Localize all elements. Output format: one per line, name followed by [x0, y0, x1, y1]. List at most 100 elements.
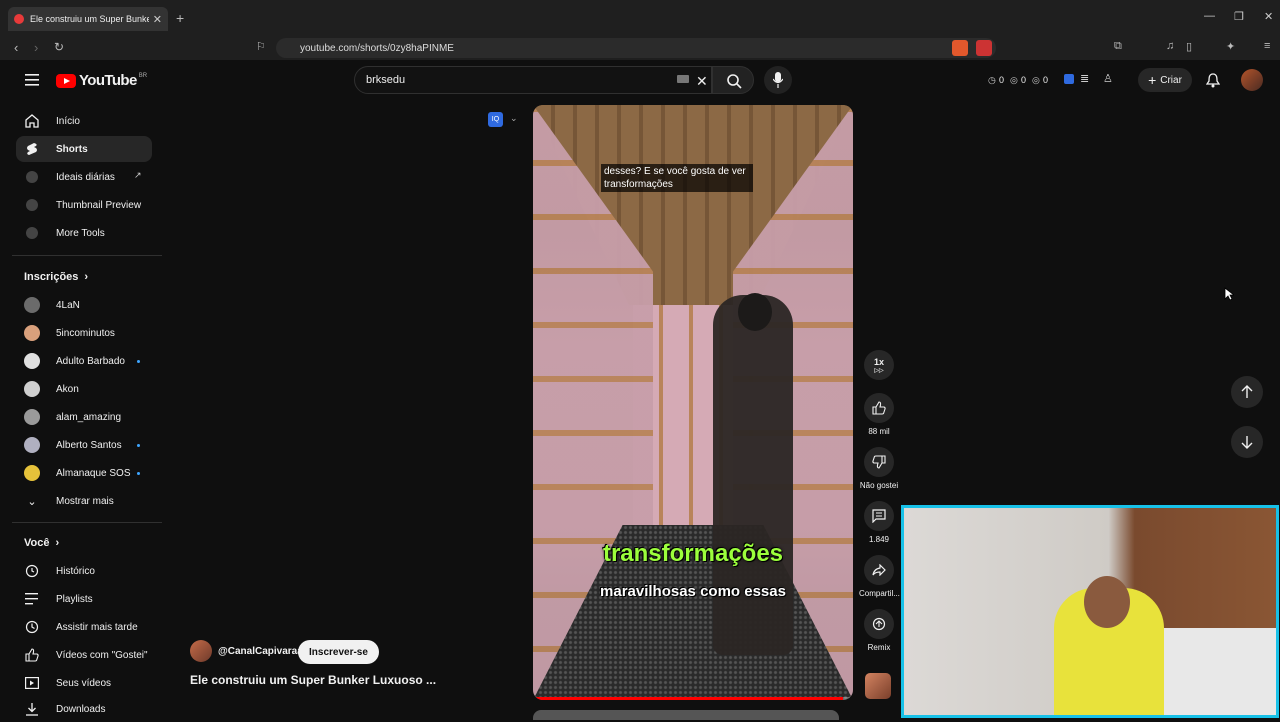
video-scene-person [713, 295, 793, 655]
webcam-desk [1154, 628, 1276, 715]
channel-name: Alberto Santos [56, 439, 122, 451]
video-caption-highlight: transformações [602, 540, 784, 567]
sidebar-item-more-tools[interactable]: More Tools [16, 220, 152, 246]
sidebar-item-history[interactable]: Histórico [16, 558, 152, 584]
external-link-icon: ↗ [134, 170, 142, 180]
address-bar-row: ‹ › ↻ ⚐ youtube.com/shorts/0zy8haPINME ⧉… [0, 36, 1280, 60]
clear-search-icon[interactable]: ✕ [696, 73, 708, 90]
sidebar-item-liked-videos[interactable]: Vídeos com "Gostei" [16, 642, 152, 668]
subscription-item[interactable]: Akon [16, 376, 152, 402]
hamburger-menu-icon[interactable] [25, 74, 39, 86]
notifications-bell-icon[interactable] [1206, 73, 1220, 88]
speed-value: 1x [873, 356, 884, 367]
sidebar-item-downloads[interactable]: Downloads [16, 696, 152, 722]
arrow-up-icon [1241, 385, 1253, 398]
search-input[interactable]: brksedu ✕ [354, 66, 712, 94]
previous-video-button[interactable] [1231, 376, 1263, 408]
subscription-item[interactable]: 4LaN [16, 292, 152, 318]
youtube-play-icon [56, 73, 76, 88]
video-progress-bar[interactable] [533, 697, 853, 700]
download-icon [24, 701, 40, 717]
account-avatar[interactable] [1241, 69, 1263, 91]
sidebar: Início Shorts Ideais diárias ↗ Thumbnail… [0, 102, 162, 720]
close-tab-icon[interactable]: ✕ [153, 13, 162, 26]
browser-tab[interactable]: Ele construiu um Super Bunker L ✕ [8, 7, 168, 31]
url-text: youtube.com/shorts/0zy8haPINME [300, 42, 454, 54]
new-content-dot [137, 444, 140, 447]
video-title[interactable]: Ele construiu um Super Bunker Luxuoso ..… [190, 673, 436, 687]
chevron-down-icon[interactable]: ⌄ [510, 113, 518, 124]
youtube-logo[interactable]: YouTube BR [56, 72, 147, 89]
thumbs-up-icon [864, 393, 894, 423]
next-video-button[interactable] [1231, 426, 1263, 458]
sidebar-item-home[interactable]: Início [16, 108, 152, 134]
sidebar-item-watch-later[interactable]: Assistir mais tarde [16, 614, 152, 640]
channel-avatar [24, 437, 40, 453]
comments-button[interactable]: 1.849 [859, 501, 899, 544]
subscription-item[interactable]: Almanaque SOS [16, 460, 152, 486]
sidebar-item-your-videos[interactable]: Seus vídeos [16, 670, 152, 696]
new-tab-icon[interactable]: + [176, 10, 184, 26]
leo-icon[interactable]: ✦ [1226, 40, 1235, 53]
home-icon [24, 113, 40, 129]
subscriptions-heading[interactable]: Inscrições › [24, 271, 88, 283]
subscription-item[interactable]: 5incominutos [16, 320, 152, 346]
tool-icon[interactable] [1064, 74, 1074, 84]
sidebar-toggle-icon[interactable]: ▯ [1186, 40, 1192, 53]
search-value: brksedu [366, 74, 406, 86]
search-button[interactable] [712, 66, 754, 94]
playback-speed-button[interactable]: 1x ▷▷ [859, 350, 899, 384]
sidebar-item-playlists[interactable]: Playlists [16, 586, 152, 612]
channel-avatar [24, 381, 40, 397]
channel-avatar[interactable] [190, 640, 212, 662]
counter-value: 0 [999, 75, 1005, 85]
channel-name: Akon [56, 383, 79, 395]
you-heading[interactable]: Você › [24, 537, 59, 549]
close-window-icon[interactable]: ✕ [1264, 10, 1273, 23]
sidebar-divider [12, 522, 162, 523]
voice-search-button[interactable] [764, 66, 792, 94]
sidebar-item-thumbnail-preview[interactable]: Thumbnail Preview [16, 192, 152, 218]
next-video-preview[interactable] [533, 710, 839, 720]
like-button[interactable]: 88 mil [859, 393, 899, 436]
badge-icon[interactable]: ♙ [1103, 72, 1113, 85]
bookmark-icon[interactable]: ⚐ [256, 40, 266, 53]
minimize-icon[interactable]: — [1204, 10, 1215, 22]
create-button[interactable]: + Criar [1138, 68, 1192, 92]
subscribe-button[interactable]: Inscrever-se [298, 640, 379, 664]
forward-icon[interactable]: › [34, 40, 38, 55]
list-icon[interactable]: ≣ [1080, 72, 1089, 85]
sidebar-item-ideais-diarias[interactable]: Ideais diárias ↗ [16, 164, 152, 190]
maximize-icon[interactable]: ❐ [1234, 10, 1244, 23]
brave-shield-icon[interactable] [952, 40, 968, 56]
video-caption-subtitle: maravilhosas como essas [600, 583, 786, 600]
show-more-button[interactable]: ⌄ Mostrar mais [16, 488, 152, 514]
menu-icon[interactable]: ≡ [1264, 40, 1270, 52]
channel-name[interactable]: @CanalCapivaraa [218, 646, 303, 657]
media-icon[interactable]: ♫ [1166, 40, 1174, 52]
url-field[interactable]: youtube.com/shorts/0zy8haPINME [276, 38, 996, 58]
subscriptions-heading-text: Inscrições [24, 271, 79, 283]
sidebar-item-shorts[interactable]: Shorts [16, 136, 152, 162]
shorts-video-player[interactable]: desses? E se você gosta de ver transform… [533, 105, 853, 700]
arrow-down-icon [1241, 436, 1253, 449]
channel-avatar [24, 409, 40, 425]
mouse-cursor-icon [1224, 287, 1234, 301]
subscribe-label: Inscrever-se [309, 646, 368, 658]
subscription-item[interactable]: alam_amazing [16, 404, 152, 430]
share-button[interactable]: Compartil... [859, 555, 900, 598]
extensions-icon[interactable]: ⧉ [1114, 40, 1122, 53]
iq-extension-icon[interactable]: IQ [488, 112, 503, 127]
reload-icon[interactable]: ↻ [54, 40, 64, 54]
search-icon [727, 74, 742, 89]
subscription-item[interactable]: Adulto Barbado [16, 348, 152, 374]
rewards-icon[interactable] [976, 40, 992, 56]
keyboard-icon[interactable] [677, 75, 689, 83]
back-icon[interactable]: ‹ [14, 40, 18, 55]
dislike-button[interactable]: Não gostei [859, 447, 899, 490]
sound-thumbnail[interactable] [865, 673, 891, 699]
remix-button[interactable]: Remix [859, 609, 899, 652]
webcam-overlay [901, 505, 1279, 718]
sidebar-item-label: More Tools [56, 227, 105, 239]
subscription-item[interactable]: Alberto Santos [16, 432, 152, 458]
